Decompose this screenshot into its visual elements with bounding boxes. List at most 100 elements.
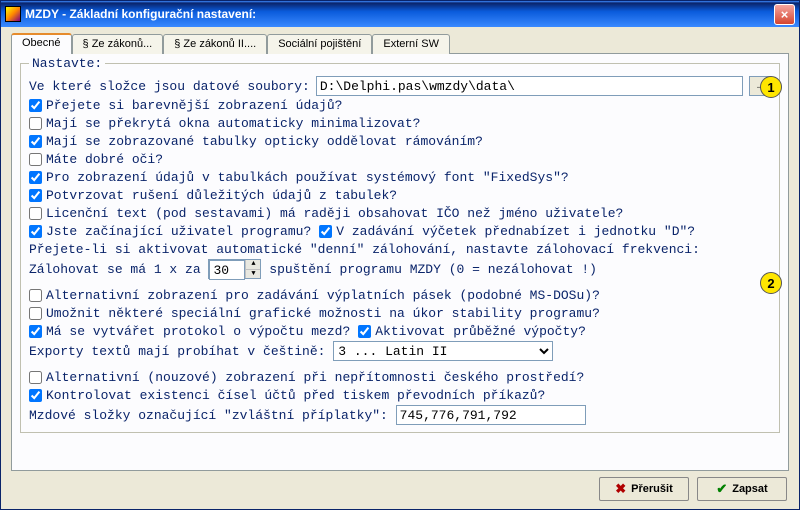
save-button[interactable]: ✔ Zapsat [697, 477, 787, 501]
checkbox-label-c13: Kontrolovat existenci čísel účtů před ti… [46, 388, 545, 403]
checkbox-row-c13: Kontrolovat existenci čísel účtů před ti… [29, 387, 771, 404]
checkbox-input-c12[interactable] [29, 371, 42, 384]
spin-up-icon[interactable]: ▲ [246, 260, 260, 270]
checkbox-input-c7[interactable] [29, 207, 42, 220]
special-label: Mzdové složky označující "zvláštní přípl… [29, 407, 388, 424]
checkbox-c1[interactable]: Přejete si barevnější zobrazení údajů? [29, 97, 342, 114]
cancel-label: Přerušit [631, 483, 673, 495]
content-area: Obecné§ Ze zákonů...§ Ze zákonů II....So… [1, 27, 799, 509]
checkbox-label-c11b: Aktivovat průběžné výpočty? [375, 324, 586, 339]
tab-2[interactable]: § Ze zákonů II.... [163, 34, 267, 54]
export-row: Exporty textů mají probíhat v češtině: 3… [29, 341, 771, 361]
checkbox-label-c12: Alternativní (nouzové) zobrazení při nep… [46, 370, 584, 385]
checkbox-c9[interactable]: Alternativní zobrazení pro zadávání výpl… [29, 287, 600, 304]
checkbox-input-c5[interactable] [29, 171, 42, 184]
checkbox-input-c4[interactable] [29, 153, 42, 166]
checkbox-row-c8: Jste začínající uživatel programu? V zadá… [29, 223, 771, 240]
export-select[interactable]: 3 ... Latin II [333, 341, 553, 361]
checkbox-row-c3: Mají se zobrazované tabulky opticky oddě… [29, 133, 771, 150]
checkbox-label-c8b: V zadávání výčetek přednabízet i jednotk… [336, 224, 695, 239]
checkbox-label-c11: Má se vytvářet protokol o výpočtu mezd? [46, 324, 350, 339]
help-marker-1: 1 [760, 76, 782, 98]
checkbox-input-c13[interactable] [29, 389, 42, 402]
data-folder-input[interactable] [316, 76, 743, 96]
backup-intro: Přejete-li si aktivovat automatické "den… [29, 241, 700, 258]
settings-group: Nastavte: 1 2 Ve které složce jsou datov… [20, 56, 780, 433]
checkbox-c7[interactable]: Licenční text (pod sestavami) má raději … [29, 205, 623, 222]
tab-0[interactable]: Obecné [11, 33, 72, 53]
backup-prefix: Zálohovat se má 1 x za [29, 261, 201, 278]
checkbox-label-c4: Máte dobré oči? [46, 152, 163, 167]
check-icon: ✔ [716, 481, 727, 497]
tab-panel: Nastavte: 1 2 Ve které složce jsou datov… [11, 53, 789, 471]
checkbox-c6[interactable]: Potvrzovat rušení důležitých údajů z tab… [29, 187, 397, 204]
checkbox-label-c3: Mají se zobrazované tabulky opticky oddě… [46, 134, 483, 149]
checkbox-c13[interactable]: Kontrolovat existenci čísel účtů před ti… [29, 387, 545, 404]
checkbox-c8[interactable]: Jste začínající uživatel programu? [29, 223, 311, 240]
export-label: Exporty textů mají probíhat v češtině: [29, 343, 325, 360]
window-title: MZDY - Základní konfigurační nastavení: [25, 7, 256, 21]
checkbox-c8b[interactable]: V zadávání výčetek přednabízet i jednotk… [319, 223, 695, 240]
checkbox-label-c8: Jste začínající uživatel programu? [46, 224, 311, 239]
checkbox-row-c2: Mají se překrytá okna automaticky minima… [29, 115, 771, 132]
backup-row: Zálohovat se má 1 x za ▲ ▼ spuštění prog… [29, 259, 771, 279]
checkbox-input-c3[interactable] [29, 135, 42, 148]
checkbox-label-c6: Potvrzovat rušení důležitých údajů z tab… [46, 188, 397, 203]
titlebar: MZDY - Základní konfigurační nastavení: … [1, 1, 799, 27]
checkbox-input-c10[interactable] [29, 307, 42, 320]
checkbox-c10[interactable]: Umožnit některé speciální grafické možno… [29, 305, 600, 322]
checkbox-row-c12: Alternativní (nouzové) zobrazení při nep… [29, 369, 771, 386]
checkbox-row-c1: Přejete si barevnější zobrazení údajů? [29, 97, 771, 114]
cancel-icon: ✖ [615, 481, 626, 497]
backup-intro-row: Přejete-li si aktivovat automatické "den… [29, 241, 771, 258]
spin-down-icon[interactable]: ▼ [246, 270, 260, 279]
cancel-button[interactable]: ✖ Přerušit [599, 477, 689, 501]
special-row: Mzdové složky označující "zvláštní přípl… [29, 405, 771, 425]
tabs: Obecné§ Ze zákonů...§ Ze zákonů II....So… [11, 33, 789, 53]
save-label: Zapsat [732, 483, 767, 495]
checkbox-input-c11b[interactable] [358, 325, 371, 338]
checkbox-input-c9[interactable] [29, 289, 42, 302]
group-legend: Nastavte: [29, 56, 105, 71]
checkbox-input-c11[interactable] [29, 325, 42, 338]
tab-4[interactable]: Externí SW [372, 34, 450, 54]
checkbox-row-c11: Má se vytvářet protokol o výpočtu mezd? A… [29, 323, 771, 340]
checkbox-label-c2: Mají se překrytá okna automaticky minima… [46, 116, 420, 131]
data-folder-row: Ve které složce jsou datové soubory: … [29, 76, 771, 96]
checkbox-c3[interactable]: Mají se zobrazované tabulky opticky oddě… [29, 133, 483, 150]
checkbox-input-c2[interactable] [29, 117, 42, 130]
checkbox-c4[interactable]: Máte dobré oči? [29, 151, 163, 168]
checkbox-row-c9: Alternativní zobrazení pro zadávání výpl… [29, 287, 771, 304]
checkbox-row-c5: Pro zobrazení údajů v tabulkách používat… [29, 169, 771, 186]
checkbox-c5[interactable]: Pro zobrazení údajů v tabulkách používat… [29, 169, 569, 186]
checkbox-c11b[interactable]: Aktivovat průběžné výpočty? [358, 323, 586, 340]
checkbox-input-c1[interactable] [29, 99, 42, 112]
data-folder-label: Ve které složce jsou datové soubory: [29, 78, 310, 95]
button-row: ✖ Přerušit ✔ Zapsat [11, 471, 789, 501]
checkbox-label-c10: Umožnit některé speciální grafické možno… [46, 306, 600, 321]
checkbox-input-c8b[interactable] [319, 225, 332, 238]
help-marker-2: 2 [760, 272, 782, 294]
checkbox-label-c7: Licenční text (pod sestavami) má raději … [46, 206, 623, 221]
checkbox-input-c8[interactable] [29, 225, 42, 238]
close-button[interactable]: × [774, 4, 795, 25]
checkbox-label-c9: Alternativní zobrazení pro zadávání výpl… [46, 288, 600, 303]
checkbox-input-c6[interactable] [29, 189, 42, 202]
app-icon [5, 6, 21, 22]
config-window: MZDY - Základní konfigurační nastavení: … [0, 0, 800, 510]
checkbox-row-c6: Potvrzovat rušení důležitých údajů z tab… [29, 187, 771, 204]
backup-value[interactable] [209, 260, 245, 280]
checkbox-c12[interactable]: Alternativní (nouzové) zobrazení při nep… [29, 369, 584, 386]
tab-3[interactable]: Sociální pojištění [267, 34, 372, 54]
close-icon: × [781, 7, 789, 22]
checkbox-row-c10: Umožnit některé speciální grafické možno… [29, 305, 771, 322]
special-input[interactable] [396, 405, 586, 425]
tab-1[interactable]: § Ze zákonů... [72, 34, 164, 54]
checkbox-c11[interactable]: Má se vytvářet protokol o výpočtu mezd? [29, 323, 350, 340]
backup-spinner[interactable]: ▲ ▼ [208, 259, 261, 279]
checkbox-c2[interactable]: Mají se překrytá okna automaticky minima… [29, 115, 420, 132]
checkbox-row-c7: Licenční text (pod sestavami) má raději … [29, 205, 771, 222]
checkbox-label-c1: Přejete si barevnější zobrazení údajů? [46, 98, 342, 113]
checkbox-label-c5: Pro zobrazení údajů v tabulkách používat… [46, 170, 569, 185]
checkbox-row-c4: Máte dobré oči? [29, 151, 771, 168]
